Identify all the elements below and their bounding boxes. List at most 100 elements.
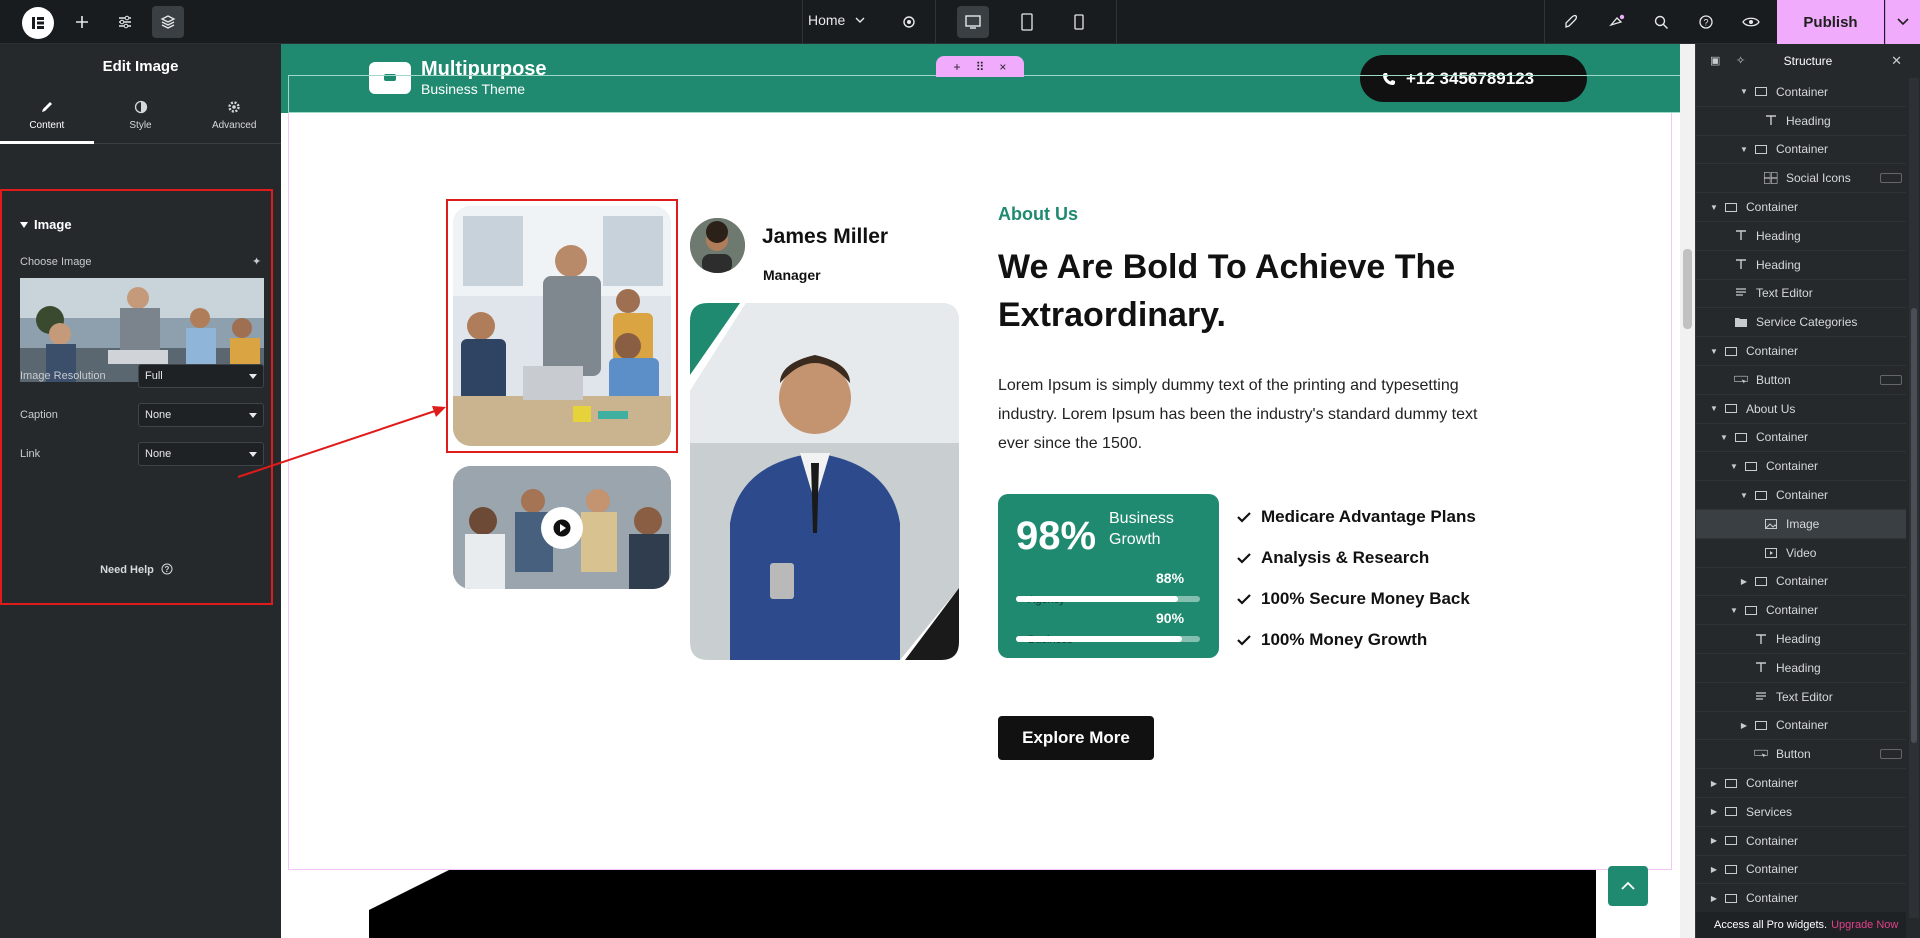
tab-advanced[interactable]: Advanced — [187, 88, 281, 143]
caret-down-icon[interactable]: ▼ — [1708, 347, 1720, 356]
scrollbar-thumb[interactable] — [1683, 249, 1692, 329]
publish-button[interactable]: Publish — [1777, 0, 1884, 44]
structure-item-image[interactable]: Image — [1696, 509, 1906, 539]
collapse-all-icon[interactable]: ▣ — [1710, 54, 1720, 67]
structure-title: Structure — [1783, 54, 1833, 68]
structure-item-heading[interactable]: Heading — [1696, 654, 1906, 683]
caret-right-icon[interactable]: ▶ — [1708, 779, 1720, 788]
structure-item-label: Services — [1746, 804, 1793, 819]
caret-right-icon[interactable]: ▶ — [1708, 807, 1720, 816]
image-resolution-select[interactable]: Full — [138, 364, 264, 388]
add-element-icon[interactable] — [70, 10, 94, 34]
help-icon[interactable]: ? — [1694, 10, 1718, 34]
section-handle[interactable]: + ⠿ × — [936, 56, 1024, 77]
structure-item-button[interactable]: Button — [1696, 740, 1906, 770]
caret-right-icon[interactable]: ▶ — [1738, 577, 1750, 586]
caret-down-icon[interactable]: ▼ — [1738, 145, 1750, 154]
structure-item-heading[interactable]: Heading — [1696, 251, 1906, 280]
structure-item-heading[interactable]: Heading — [1696, 107, 1906, 136]
list-item: Analysis & Research — [1237, 537, 1476, 578]
ai-sparkle-icon[interactable]: ✦ — [252, 255, 261, 268]
tab-style[interactable]: Style — [94, 88, 188, 143]
progress-bar — [1016, 596, 1200, 602]
structure-item-container[interactable]: ▼ Container — [1696, 452, 1906, 482]
structure-item-heading[interactable]: Heading — [1696, 222, 1906, 251]
team-meeting-image[interactable] — [453, 206, 671, 446]
scrollbar-thumb[interactable] — [1911, 308, 1917, 743]
structure-item-container[interactable]: ▶ Container — [1696, 568, 1906, 597]
structure-item-container[interactable]: ▼ Container — [1696, 337, 1906, 366]
caption-select[interactable]: None — [138, 403, 264, 427]
structure-item-label: Container — [1766, 603, 1819, 618]
page-settings-icon[interactable] — [897, 10, 921, 34]
caret-down-icon[interactable]: ▼ — [1708, 203, 1720, 212]
list-item: 100% Secure Money Back — [1237, 578, 1476, 619]
structure-item-container[interactable]: ▼ Container — [1696, 78, 1906, 107]
caret-down-icon[interactable]: ▼ — [1738, 87, 1750, 96]
elementor-logo-icon[interactable] — [22, 7, 54, 39]
ai-icon[interactable]: ✧ — [1736, 54, 1745, 67]
tab-content[interactable]: Content — [0, 88, 94, 144]
link-field: Link None — [20, 441, 264, 467]
section-toggle[interactable]: Image — [20, 217, 72, 232]
desktop-view-icon[interactable] — [957, 6, 989, 38]
structure-item-social-icons[interactable]: Social Icons — [1696, 164, 1906, 194]
folder-icon — [1734, 317, 1748, 328]
structure-item-service-categories[interactable]: Service Categories — [1696, 308, 1906, 338]
caret-down-icon[interactable]: ▼ — [1718, 433, 1730, 442]
caret-down-icon[interactable]: ▼ — [1708, 404, 1720, 413]
top-bar: Home ? Publish — [0, 0, 1920, 44]
structure-item-container[interactable]: ▶ Container — [1696, 827, 1906, 856]
structure-item-container[interactable]: ▼ Container — [1696, 136, 1906, 165]
structure-item-container[interactable]: ▶ Container — [1696, 769, 1906, 798]
structure-item-about-us[interactable]: ▼ About Us — [1696, 395, 1906, 424]
tablet-view-icon[interactable] — [1015, 10, 1039, 34]
caret-right-icon[interactable]: ▶ — [1738, 721, 1750, 730]
caret-right-icon[interactable]: ▶ — [1708, 865, 1720, 874]
structure-item-container[interactable]: ▼ Container — [1696, 481, 1906, 510]
search-icon[interactable] — [1649, 10, 1673, 34]
structure-item-heading[interactable]: Heading — [1696, 625, 1906, 654]
structure-item-container[interactable]: ▼ Container — [1696, 596, 1906, 626]
structure-item-video[interactable]: Video — [1696, 539, 1906, 568]
publish-options-chevron-down-icon[interactable] — [1885, 0, 1920, 44]
site-settings-icon[interactable] — [113, 10, 137, 34]
text-editor-icon — [1734, 288, 1748, 299]
link-select[interactable]: None — [138, 442, 264, 466]
play-icon[interactable] — [541, 507, 583, 549]
caret-down-icon[interactable]: ▼ — [1728, 606, 1740, 615]
structure-item-text-editor[interactable]: Text Editor — [1696, 280, 1906, 309]
structure-item-container[interactable]: ▶ Container — [1696, 856, 1906, 885]
scroll-to-top-button[interactable] — [1608, 866, 1648, 906]
preview-eye-icon[interactable] — [1739, 10, 1763, 34]
structure-item-button[interactable]: Button — [1696, 366, 1906, 395]
add-icon[interactable]: + — [954, 60, 961, 74]
structure-layers-icon[interactable] — [152, 6, 184, 38]
structure-item-services[interactable]: ▶ Services — [1696, 798, 1906, 827]
canvas-scrollbar[interactable] — [1680, 44, 1695, 938]
caret-right-icon[interactable]: ▶ — [1708, 894, 1720, 903]
caret-right-icon[interactable]: ▶ — [1708, 836, 1720, 845]
caret-down-icon[interactable]: ▼ — [1728, 462, 1740, 471]
container-icon — [1754, 144, 1768, 155]
structure-item-container[interactable]: ▼ Container — [1696, 193, 1906, 222]
rocket-icon[interactable] — [1559, 10, 1583, 34]
video-thumbnail[interactable] — [453, 466, 671, 589]
close-icon[interactable]: ✕ — [1891, 53, 1902, 69]
structure-item-text-editor[interactable]: Text Editor — [1696, 683, 1906, 712]
explore-more-button[interactable]: Explore More — [998, 716, 1154, 760]
need-help-link[interactable]: Need Help ? — [2, 563, 271, 576]
upgrade-link[interactable]: Upgrade Now — [1831, 919, 1898, 931]
close-icon[interactable]: × — [999, 60, 1006, 74]
structure-item-container[interactable]: ▶ Container — [1696, 884, 1906, 914]
drag-handle-icon[interactable]: ⠿ — [976, 60, 985, 74]
caret-down-icon[interactable]: ▼ — [1738, 491, 1750, 500]
structure-scrollbar[interactable] — [1909, 78, 1919, 918]
businessman-photo[interactable] — [690, 303, 959, 660]
structure-item-container[interactable]: ▼ Container — [1696, 424, 1906, 453]
container-icon — [1754, 490, 1768, 501]
structure-item-container[interactable]: ▶ Container — [1696, 712, 1906, 741]
page-selector[interactable]: Home — [808, 12, 865, 28]
whats-new-icon[interactable] — [1605, 10, 1629, 34]
mobile-view-icon[interactable] — [1067, 10, 1091, 34]
